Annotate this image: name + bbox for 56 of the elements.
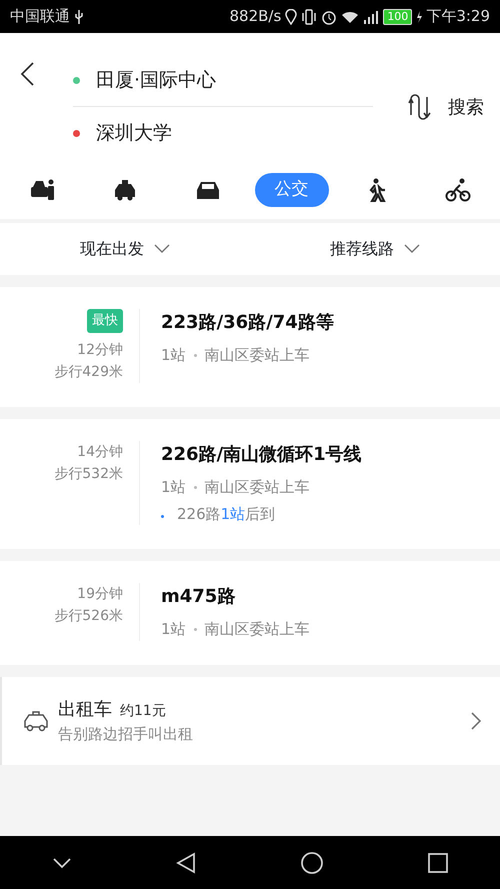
stop-count: 1站: [161, 477, 186, 498]
stop-count: 1站: [161, 345, 186, 366]
point-dot: [73, 77, 80, 84]
chevron-down-icon: [154, 244, 170, 254]
chevron-down-icon: [404, 244, 420, 254]
walk-distance: 步行532米: [54, 465, 123, 484]
charging-icon: [416, 10, 422, 24]
route-name: 223路/36路/74路等: [161, 311, 334, 335]
location-icon: [285, 8, 298, 24]
separator-dot: [194, 486, 197, 489]
cyclist-icon: [444, 178, 471, 202]
taxi-title: 出租车: [58, 698, 112, 722]
recents-icon[interactable]: [426, 852, 448, 874]
route-name: 226路/南山微循环1号线: [161, 443, 362, 467]
vibrate-icon: [301, 8, 318, 24]
home-icon[interactable]: [300, 850, 324, 874]
filter-dropdown[interactable]: 推荐线路: [330, 237, 420, 261]
chevron-right-icon: [470, 710, 482, 730]
filter-dropdown[interactable]: 现在出发: [80, 237, 170, 261]
back-icon[interactable]: [174, 852, 196, 874]
route-card[interactable]: 19分钟 步行526米 m475路 1站 南山区委站上车: [0, 561, 500, 664]
taxi-subtitle: 告别路边招手叫出租: [58, 724, 193, 745]
usb-icon: [74, 8, 84, 24]
search-button[interactable]: 搜索: [448, 94, 484, 120]
separator-dot: [194, 628, 197, 631]
boarding-stop: 南山区委站上车: [204, 345, 310, 366]
separator-dot: [194, 354, 197, 357]
destination-field[interactable]: 深圳大学: [96, 118, 172, 148]
arrival-info: 226路1站后到: [177, 504, 276, 524]
origin-field[interactable]: 田厦·国际中心: [96, 66, 216, 95]
route-card[interactable]: 14分钟 步行532米 226路/南山微循环1号线 1站 南山区委站上车 226路1站后到: [0, 419, 500, 549]
bullet-dot: [161, 515, 164, 518]
trip-duration: 12分钟: [77, 341, 123, 360]
boarding-stop: 南山区委站上车: [204, 619, 310, 640]
trip-duration: 19分钟: [77, 585, 123, 604]
clock-time: 下午3:29: [426, 6, 490, 28]
carrier-name: 中国联通: [10, 6, 70, 28]
boarding-stop: 南山区委站上车: [204, 477, 310, 498]
car-person-icon: [29, 178, 55, 202]
fastest-badge: 最快: [87, 309, 123, 333]
network-speed: 882B/s: [230, 6, 282, 28]
route-card[interactable]: 最快 12分钟 步行429米 223路/36路/74路等 1站 南山区委站上车: [0, 287, 500, 407]
battery-level: 100: [383, 8, 412, 24]
walk-distance: 步行429米: [54, 363, 123, 382]
route-name: m475路: [161, 585, 236, 609]
signal-icon: [363, 10, 380, 24]
bus-mode-tab[interactable]: 公交: [254, 173, 329, 207]
trip-duration: 14分钟: [77, 443, 123, 462]
taxi-card[interactable]: 出租车 约11元 告别路边招手叫出租: [0, 676, 500, 764]
wifi-icon: [341, 10, 360, 24]
walk-distance: 步行526米: [54, 607, 123, 626]
taxi-price: 约11元: [120, 702, 166, 721]
chevron-down-icon[interactable]: [52, 856, 72, 870]
alarm-icon: [321, 8, 338, 24]
stop-count: 1站: [161, 619, 186, 640]
point-dot: [73, 130, 80, 136]
